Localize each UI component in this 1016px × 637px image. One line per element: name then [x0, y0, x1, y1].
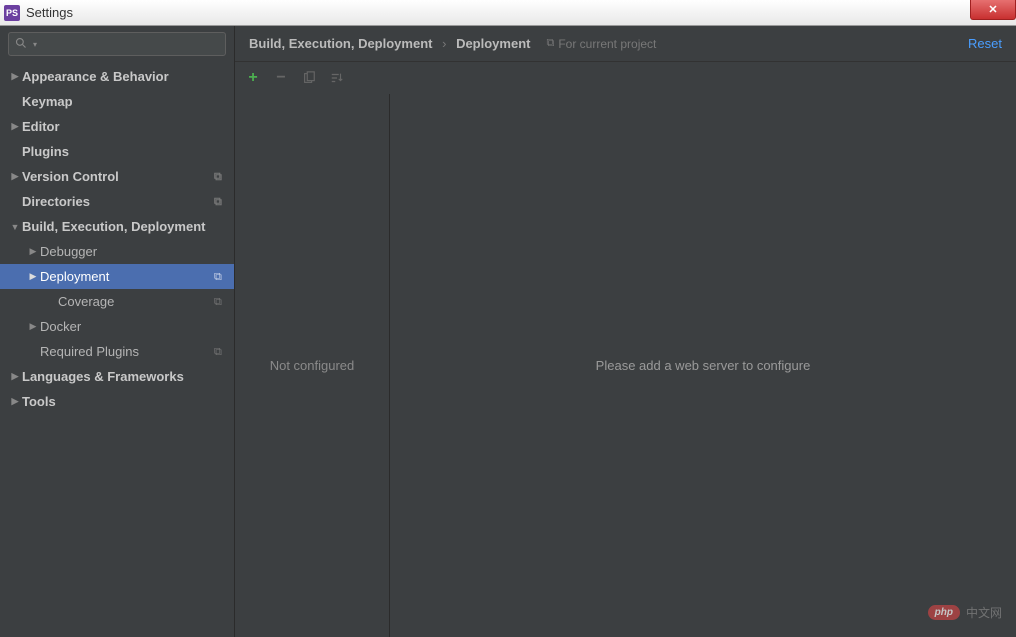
- for-current-project-text: For current project: [558, 37, 656, 51]
- deployment-toolbar: + −: [235, 62, 1016, 94]
- sidebar-item-version-control[interactable]: Version Control⧉: [0, 164, 234, 189]
- deployment-panels: Not configured Please add a web server t…: [235, 94, 1016, 637]
- close-button[interactable]: ✕: [970, 0, 1016, 20]
- sidebar-item-label: Tools: [22, 394, 226, 409]
- sidebar-item-label: Docker: [40, 319, 226, 334]
- search-dropdown-icon: ▾: [33, 40, 37, 49]
- sidebar-item-directories[interactable]: Directories⧉: [0, 189, 234, 214]
- breadcrumb: Build, Execution, Deployment › Deploymen…: [249, 36, 530, 51]
- search-input[interactable]: ▾: [8, 32, 226, 56]
- sidebar-item-editor[interactable]: Editor: [0, 114, 234, 139]
- sidebar-item-build-execution-deployment[interactable]: Build, Execution, Deployment: [0, 214, 234, 239]
- sidebar-item-label: Version Control: [22, 169, 214, 184]
- project-scope-icon: ⧉: [214, 171, 226, 183]
- sidebar-item-label: Build, Execution, Deployment: [22, 219, 226, 234]
- sidebar-item-label: Plugins: [22, 144, 226, 159]
- empty-state-message: Please add a web server to configure: [596, 358, 811, 373]
- expand-arrow-icon[interactable]: [8, 222, 22, 232]
- expand-arrow-icon[interactable]: [8, 121, 22, 132]
- app-icon: PS: [4, 5, 20, 21]
- sidebar-item-label: Deployment: [40, 269, 214, 284]
- reset-link[interactable]: Reset: [968, 36, 1002, 51]
- project-scope-icon: ⧉: [214, 296, 226, 308]
- expand-arrow-icon[interactable]: [26, 321, 40, 332]
- settings-tree: Appearance & Behavior Keymap Editor Plugins…: [0, 64, 234, 637]
- titlebar: PS Settings ✕: [0, 0, 1016, 26]
- sidebar-item-keymap[interactable]: Keymap: [0, 89, 234, 114]
- breadcrumb-row: Build, Execution, Deployment › Deploymen…: [235, 26, 1016, 62]
- search-icon: [15, 37, 27, 52]
- watermark-pill: php: [928, 605, 960, 620]
- expand-arrow-icon[interactable]: [8, 396, 22, 407]
- project-scope-icon: ⧉: [214, 271, 226, 283]
- sidebar-item-deployment[interactable]: Deployment⧉: [0, 264, 234, 289]
- expand-arrow-icon[interactable]: [8, 71, 22, 82]
- sidebar-item-label: Editor: [22, 119, 226, 134]
- server-details-panel: Please add a web server to configure: [390, 94, 1016, 637]
- server-list-panel: Not configured: [235, 94, 390, 637]
- sidebar-item-tools[interactable]: Tools: [0, 389, 234, 414]
- breadcrumb-parent: Build, Execution, Deployment: [249, 36, 432, 51]
- sidebar-item-docker[interactable]: Docker: [0, 314, 234, 339]
- breadcrumb-current: Deployment: [456, 36, 530, 51]
- sort-button[interactable]: [329, 70, 345, 86]
- for-current-project-label: ⧉ For current project: [546, 37, 656, 51]
- add-server-button[interactable]: +: [245, 70, 261, 86]
- sidebar-item-required-plugins[interactable]: Required Plugins⧉: [0, 339, 234, 364]
- sidebar-item-label: Directories: [22, 194, 214, 209]
- expand-arrow-icon[interactable]: [8, 171, 22, 182]
- copy-icon: ⧉: [546, 37, 554, 50]
- watermark: php 中文网: [928, 604, 1002, 621]
- sidebar-item-label: Coverage: [58, 294, 214, 309]
- sidebar-item-label: Keymap: [22, 94, 226, 109]
- expand-arrow-icon[interactable]: [8, 371, 22, 382]
- sidebar-item-debugger[interactable]: Debugger: [0, 239, 234, 264]
- copy-server-button[interactable]: [301, 70, 317, 86]
- project-scope-icon: ⧉: [214, 196, 226, 208]
- expand-arrow-icon[interactable]: [26, 271, 40, 282]
- breadcrumb-separator-icon: ›: [442, 36, 446, 51]
- sidebar-item-coverage[interactable]: Coverage⧉: [0, 289, 234, 314]
- settings-sidebar: ▾ Appearance & Behavior Keymap Editor Plugi…: [0, 26, 235, 637]
- project-scope-icon: ⧉: [214, 346, 226, 358]
- watermark-text: 中文网: [966, 604, 1002, 621]
- content-area: ▾ Appearance & Behavior Keymap Editor Plugi…: [0, 26, 1016, 637]
- sidebar-item-label: Languages & Frameworks: [22, 369, 226, 384]
- main-panel: Build, Execution, Deployment › Deploymen…: [235, 26, 1016, 637]
- sidebar-item-label: Appearance & Behavior: [22, 69, 226, 84]
- sidebar-item-languages-frameworks[interactable]: Languages & Frameworks: [0, 364, 234, 389]
- not-configured-label: Not configured: [270, 358, 355, 373]
- sidebar-item-label: Required Plugins: [40, 344, 214, 359]
- window-title: Settings: [26, 5, 73, 20]
- sidebar-item-plugins[interactable]: Plugins: [0, 139, 234, 164]
- remove-server-button[interactable]: −: [273, 70, 289, 86]
- sidebar-item-appearance-behavior[interactable]: Appearance & Behavior: [0, 64, 234, 89]
- sidebar-item-label: Debugger: [40, 244, 226, 259]
- expand-arrow-icon[interactable]: [26, 246, 40, 257]
